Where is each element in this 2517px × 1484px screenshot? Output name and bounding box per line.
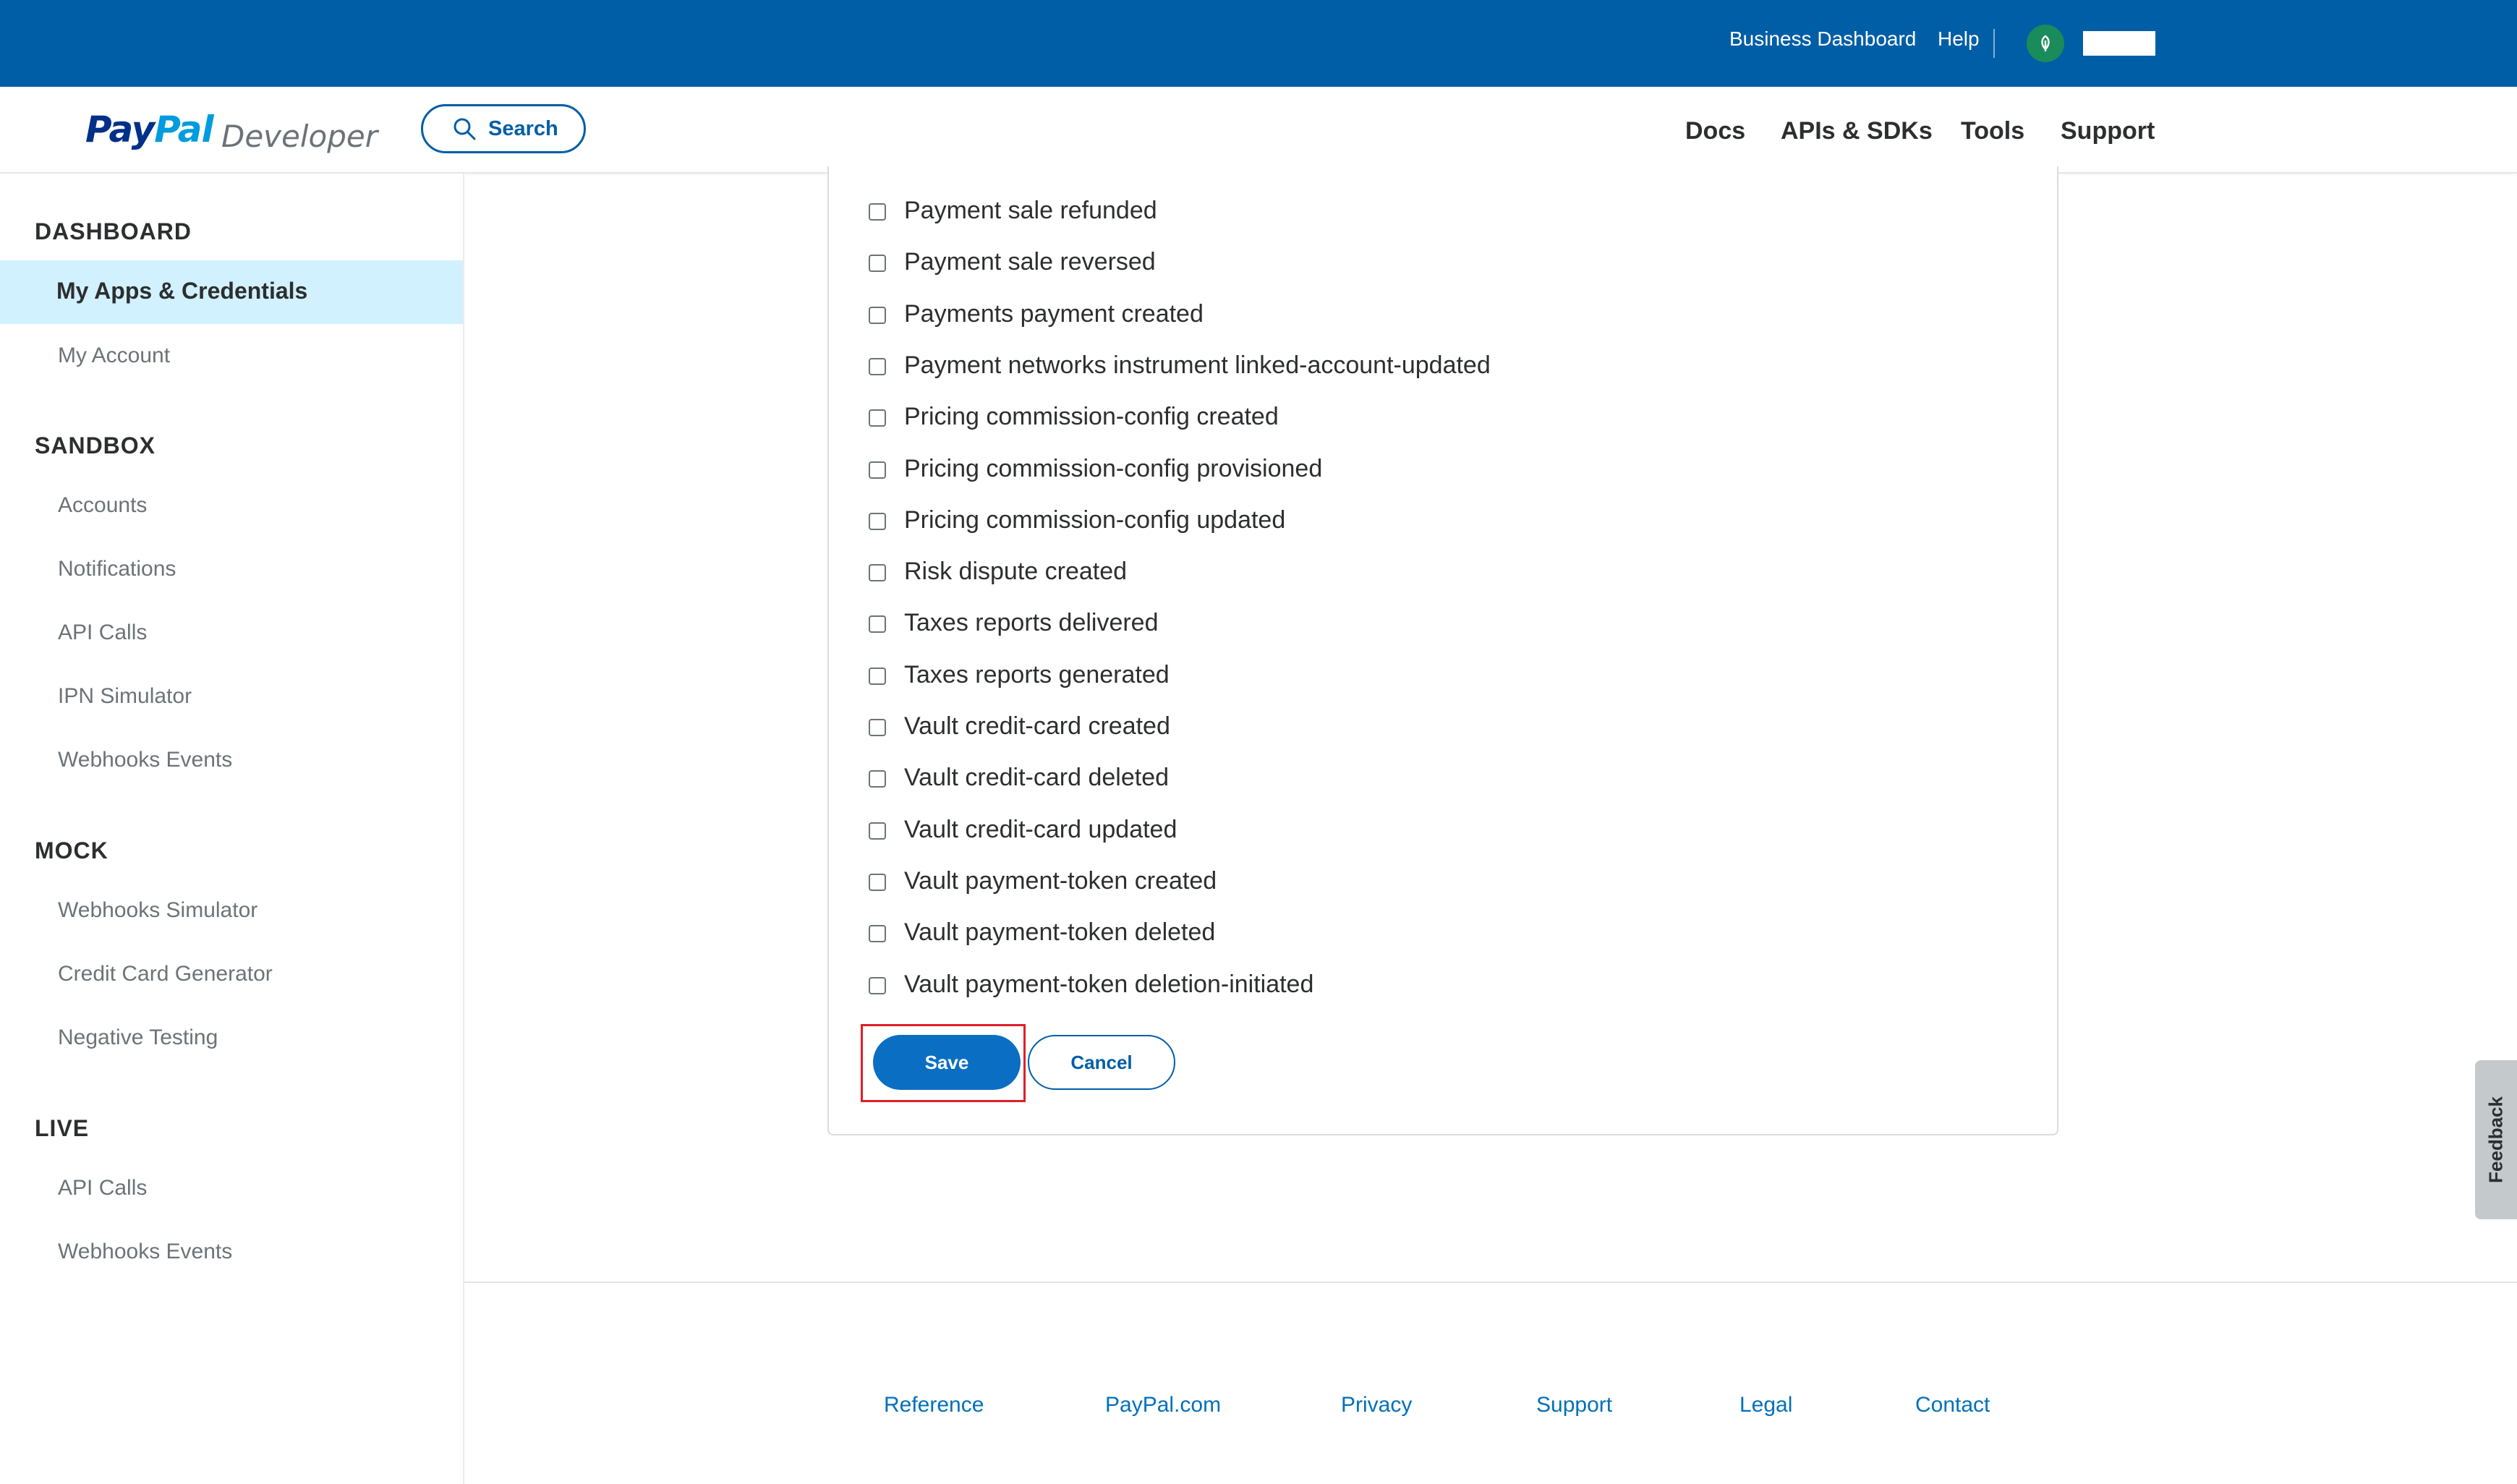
search-label: Search (488, 116, 558, 140)
event-checkbox-label[interactable]: Vault payment-token deleted (904, 918, 1215, 947)
nav-tools[interactable]: Tools (1961, 117, 2024, 145)
help-link[interactable]: Help (1938, 27, 1980, 51)
logo-pal: Pal (154, 108, 213, 150)
event-checkbox[interactable] (869, 822, 886, 840)
footer-divider (463, 1282, 2517, 1283)
sidebar-heading-mock: MOCK (35, 837, 108, 863)
feedback-tab[interactable]: Feedback (2475, 1060, 2517, 1219)
sidebar-heading-live: LIVE (35, 1115, 90, 1141)
sidebar-heading-sandbox: SANDBOX (35, 432, 156, 459)
event-checkbox-label[interactable]: Payment sale refunded (904, 197, 1157, 225)
sidebar-item-ipn-simulator[interactable]: IPN Simulator (58, 684, 192, 709)
footer-link-privacy[interactable]: Privacy (1341, 1393, 1412, 1417)
event-checkbox[interactable] (869, 770, 886, 788)
event-checkbox-label[interactable]: Payment sale reversed (904, 248, 1156, 276)
event-checkbox-label[interactable]: Pricing commission-config updated (904, 506, 1285, 534)
event-checkbox-label[interactable]: Vault credit-card created (904, 712, 1170, 741)
business-dashboard-link[interactable]: Business Dashboard (1729, 27, 1916, 51)
search-button[interactable]: Search (421, 104, 586, 153)
event-checkbox-label[interactable]: Vault credit-card deleted (904, 764, 1169, 792)
event-checkbox-label[interactable]: Vault credit-card updated (904, 816, 1177, 844)
event-checkbox-label[interactable]: Pricing commission-config created (904, 403, 1279, 431)
save-button[interactable]: Save (873, 1035, 1021, 1090)
event-checkbox[interactable] (869, 461, 886, 479)
sidebar-item-notifications[interactable]: Notifications (58, 557, 176, 581)
sidebar-item-accounts[interactable]: Accounts (58, 493, 147, 518)
event-checkbox[interactable] (869, 306, 886, 324)
event-checkbox[interactable] (869, 873, 886, 891)
event-checkbox[interactable] (869, 203, 886, 221)
event-checkbox-label[interactable]: Vault payment-token deletion-initiated (904, 971, 1313, 999)
webhook-events-card: Payment sale refunded Payment sale revers… (827, 166, 2058, 1135)
top-bar: Business Dashboard Help (0, 0, 2517, 87)
nav-docs[interactable]: Docs (1685, 117, 1745, 145)
sidebar-item-api-calls-sandbox[interactable]: API Calls (58, 621, 147, 645)
footer-link-reference[interactable]: Reference (884, 1393, 984, 1417)
logo-pay: Pay (85, 108, 155, 150)
sidebar-item-credit-card-generator[interactable]: Credit Card Generator (58, 962, 273, 986)
event-checkbox[interactable] (869, 409, 886, 427)
nav-apis-sdks[interactable]: APIs & SDKs (1781, 117, 1933, 145)
search-icon (453, 118, 476, 140)
event-checkbox-label[interactable]: Payment networks instrument linked-accou… (904, 351, 1491, 380)
footer-link-contact[interactable]: Contact (1915, 1393, 1990, 1417)
event-checkbox[interactable] (869, 357, 886, 375)
event-checkbox-label[interactable]: Vault payment-token created (904, 867, 1217, 895)
sidebar-item-webhooks-simulator[interactable]: Webhooks Simulator (58, 898, 257, 923)
sidebar-item-api-calls-live[interactable]: API Calls (58, 1176, 147, 1201)
cancel-button[interactable]: Cancel (1028, 1035, 1175, 1090)
event-checkbox[interactable] (869, 512, 886, 530)
event-checkbox-label[interactable]: Taxes reports generated (904, 661, 1170, 689)
event-checkbox[interactable] (869, 615, 886, 634)
event-checkbox[interactable] (869, 564, 886, 582)
sidebar-heading-dashboard: DASHBOARD (35, 218, 192, 244)
sidebar-item-negative-testing[interactable]: Negative Testing (58, 1025, 218, 1050)
event-checkbox-label[interactable]: Taxes reports delivered (904, 609, 1159, 637)
feedback-label: Feedback (2484, 1096, 2507, 1183)
event-checkbox[interactable] (869, 667, 886, 685)
event-checkbox[interactable] (869, 925, 886, 943)
avatar[interactable] (2027, 25, 2064, 62)
sidebar-item-webhooks-events-live[interactable]: Webhooks Events (58, 1240, 232, 1264)
sidebar-item-webhooks-events-sandbox[interactable]: Webhooks Events (58, 748, 232, 772)
event-checkbox-label[interactable]: Risk dispute created (904, 558, 1127, 586)
nav-support[interactable]: Support (2061, 117, 2155, 145)
leaf-icon (2041, 35, 2050, 51)
event-checkbox[interactable] (869, 255, 886, 273)
topbar-divider (1993, 29, 1995, 58)
sidebar-item-my-account[interactable]: My Account (58, 344, 170, 368)
event-checkbox[interactable] (869, 976, 886, 994)
main-header: PayPal Developer Search Docs APIs & SDKs… (0, 87, 2517, 174)
sidebar: DASHBOARD My Apps & Credentials My Accou… (0, 174, 464, 1484)
event-checkbox-label[interactable]: Pricing commission-config provisioned (904, 455, 1322, 483)
footer-link-paypal[interactable]: PayPal.com (1105, 1393, 1221, 1417)
sidebar-item-label: My Apps & Credentials (56, 278, 308, 304)
paypal-logo[interactable]: PayPal (85, 108, 214, 150)
event-checkbox-label[interactable]: Payments payment created (904, 300, 1204, 328)
event-checkbox[interactable] (869, 719, 886, 736)
account-name-box[interactable] (2083, 31, 2155, 56)
logo-developer: Developer (221, 119, 378, 154)
footer-link-legal[interactable]: Legal (1739, 1393, 1792, 1417)
sidebar-item-my-apps[interactable]: My Apps & Credentials (0, 260, 463, 324)
footer-link-support[interactable]: Support (1536, 1393, 1612, 1417)
